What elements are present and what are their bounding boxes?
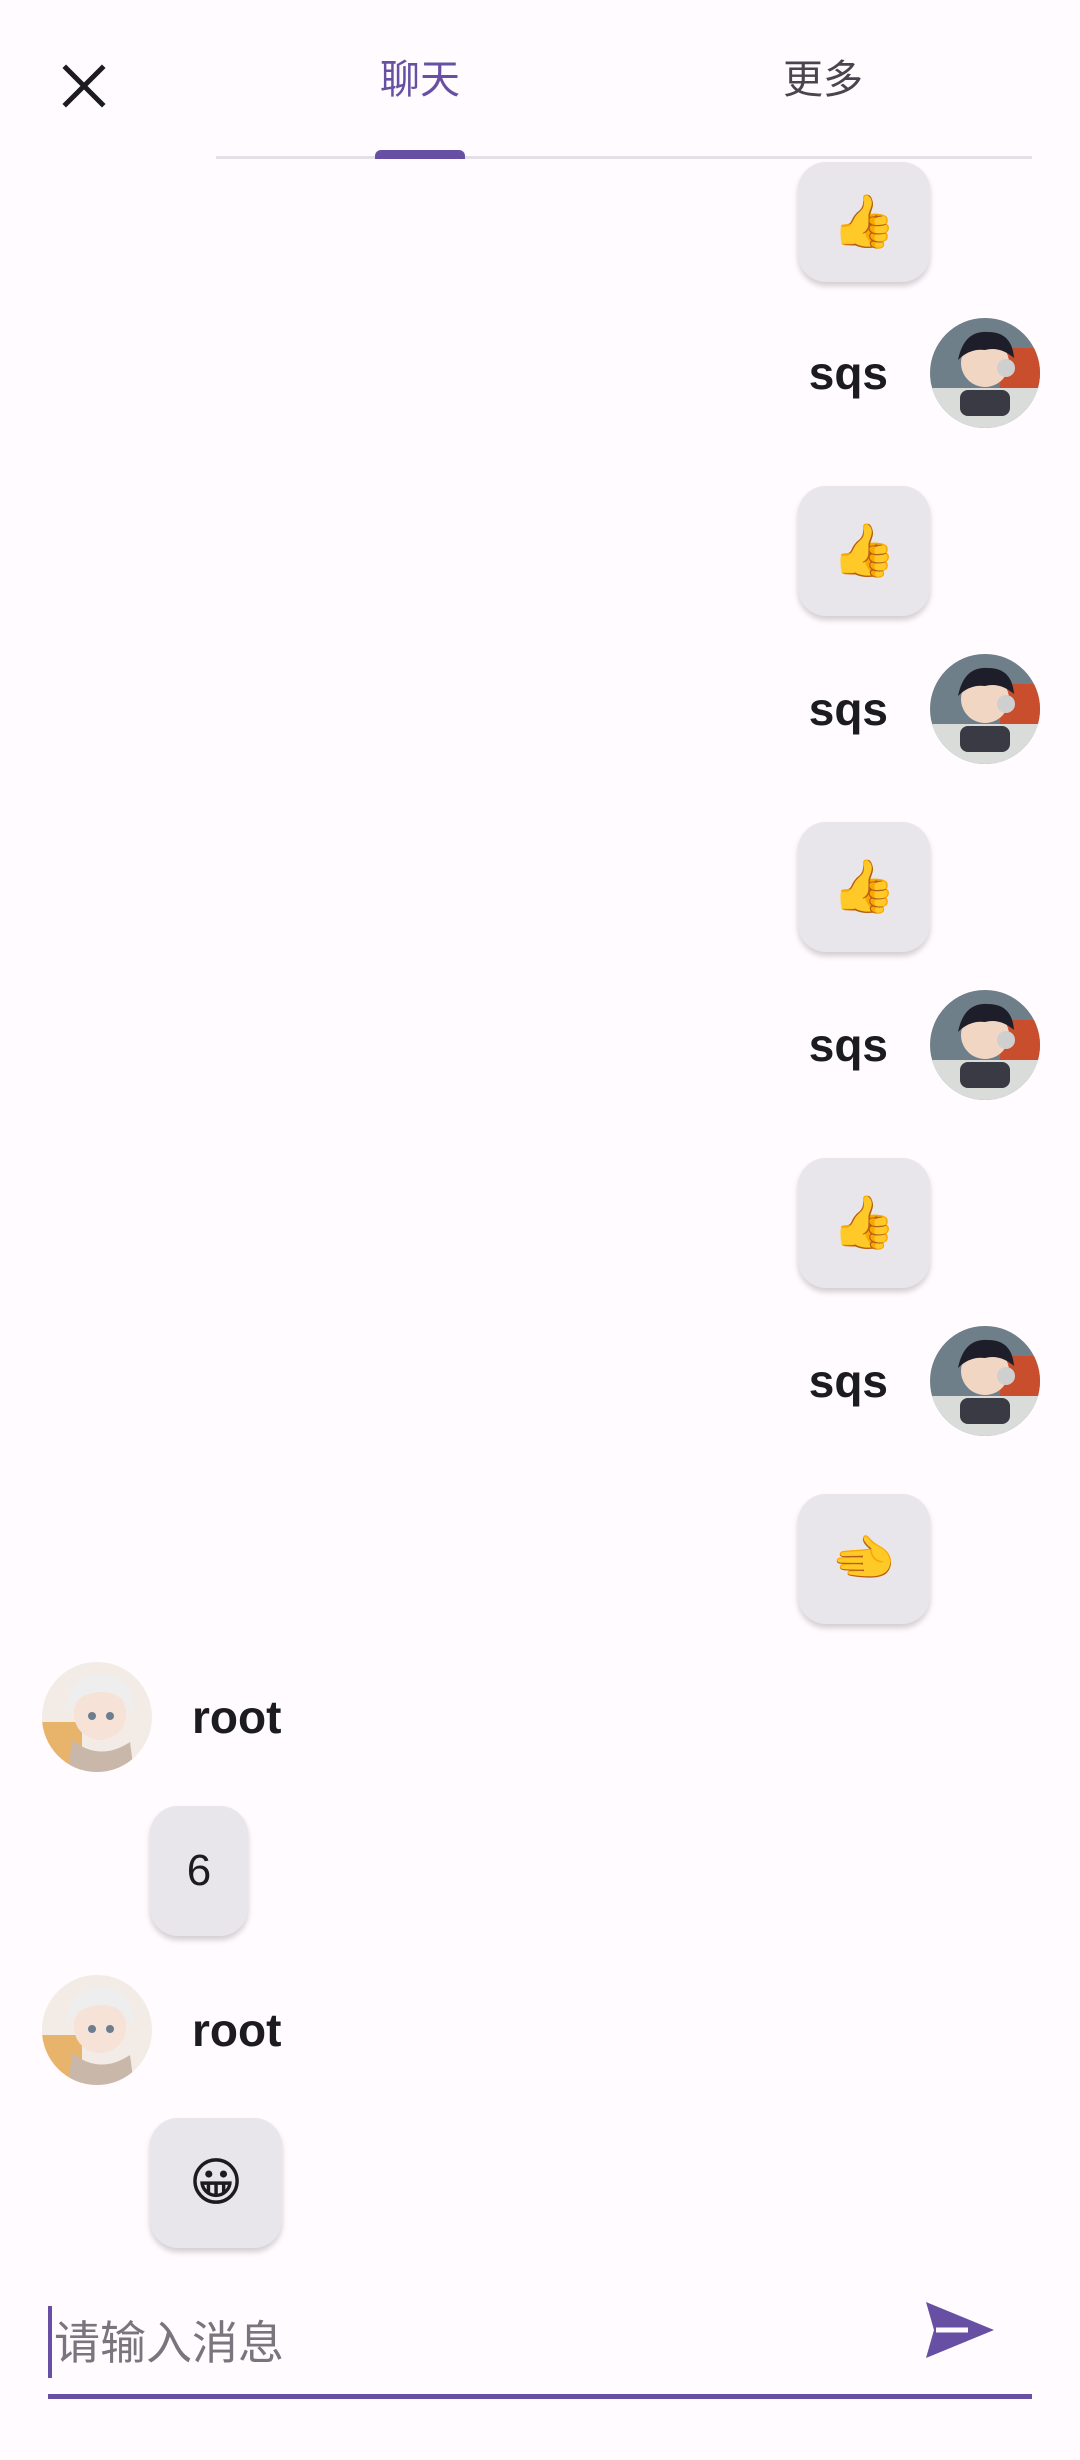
- close-icon: [62, 64, 106, 108]
- message-bubble[interactable]: 😀: [150, 2118, 282, 2248]
- message-content: 6: [186, 1846, 212, 1895]
- message-bubble[interactable]: 🫲: [798, 1494, 930, 1624]
- message-content: 👍: [831, 1193, 897, 1253]
- tab-more-label: 更多: [783, 57, 863, 103]
- sender-name: sqs: [808, 347, 888, 399]
- close-button[interactable]: [48, 50, 120, 122]
- sender-name: root: [192, 2004, 282, 2056]
- message-bubble[interactable]: 👍: [798, 1158, 930, 1288]
- avatar[interactable]: [930, 990, 1040, 1100]
- sender-name: sqs: [808, 683, 888, 735]
- avatar[interactable]: [42, 1975, 152, 2085]
- message-bubble[interactable]: 👍: [798, 162, 930, 282]
- message-bubble[interactable]: 👍: [798, 822, 930, 952]
- sender-name: sqs: [808, 1019, 888, 1071]
- message-bubble[interactable]: 👍: [798, 486, 930, 616]
- message-content: 👍: [831, 857, 897, 917]
- tab-indicator: [375, 150, 465, 159]
- message-input-field[interactable]: [48, 2286, 1032, 2399]
- composer: [0, 2270, 1080, 2460]
- message-input[interactable]: [54, 2308, 854, 2378]
- tab-chat-label: 聊天: [380, 57, 460, 103]
- top-app-bar: 聊天 更多: [0, 0, 1080, 160]
- message-content: 😀: [188, 2153, 244, 2213]
- avatar[interactable]: [930, 654, 1040, 764]
- sender-name: root: [192, 1691, 282, 1743]
- message-content: 🫲: [831, 1529, 897, 1589]
- avatar[interactable]: [930, 1326, 1040, 1436]
- send-icon: [926, 2302, 994, 2358]
- message-content: 👍: [831, 192, 897, 252]
- avatar[interactable]: [42, 1662, 152, 1772]
- tab-bar: 聊天 更多: [216, 0, 1032, 159]
- sender-name: sqs: [808, 1355, 888, 1407]
- message-content: 👍: [831, 521, 897, 581]
- text-caret: [48, 2306, 52, 2378]
- tab-more[interactable]: 更多: [778, 50, 868, 110]
- tab-chat[interactable]: 聊天: [375, 50, 465, 110]
- message-bubble[interactable]: 6: [150, 1806, 248, 1936]
- send-button[interactable]: [914, 2284, 1006, 2376]
- avatar[interactable]: [930, 318, 1040, 428]
- message-list[interactable]: 👍 sqs 👍 sqs 👍 sqs 👍 sqs 🫲 root 6 root 😀: [0, 160, 1080, 2270]
